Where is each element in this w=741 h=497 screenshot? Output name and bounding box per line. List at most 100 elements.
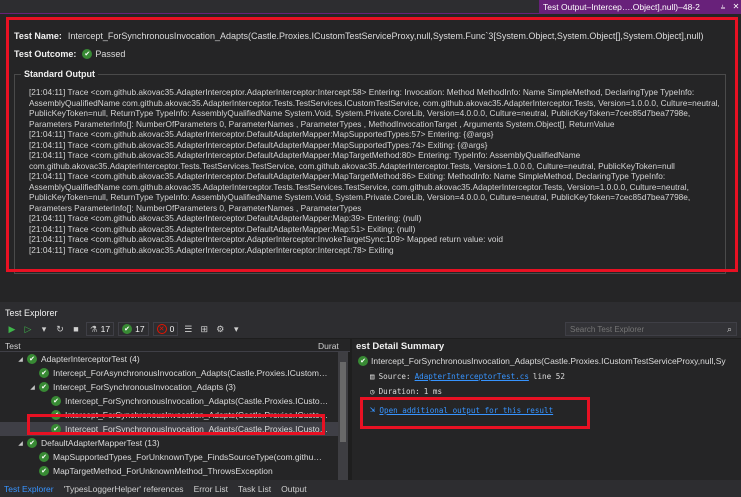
failed-tests-counter[interactable]: ✕ 0 xyxy=(152,322,179,336)
test-tree-row[interactable]: ✔ Intercept_ForSynchronousInvocation_Adap… xyxy=(0,422,338,436)
expand-arrow-icon[interactable]: ◢ xyxy=(28,384,37,391)
source-file-link[interactable]: AdapterInterceptorTest.cs xyxy=(415,372,529,381)
bottom-tab[interactable]: Task List xyxy=(238,484,271,494)
bottom-tab[interactable]: Test Explorer xyxy=(4,484,54,494)
output-line: Parameters ParameterInfo[]: NumberOfPara… xyxy=(29,202,362,213)
search-box[interactable]: ⌕ xyxy=(565,322,737,336)
column-duration[interactable]: Durat xyxy=(318,341,339,351)
passed-check-icon: ✔ xyxy=(39,382,49,392)
output-line: [21:04:11] Trace <com.github.akovac35.Ad… xyxy=(29,139,488,150)
total-tests-counter[interactable]: ⚗ 17 xyxy=(86,322,115,336)
open-output-icon: ⇲ xyxy=(370,405,376,415)
duration-value: 1 ms xyxy=(423,387,443,396)
clock-icon: ◷ xyxy=(370,387,375,396)
passed-check-icon: ✔ xyxy=(122,324,133,334)
test-tree-row-label: DefaultAdapterMapperTest (13) xyxy=(41,438,160,448)
test-name-label: Test Name: xyxy=(14,31,62,41)
bottom-tab[interactable]: Output xyxy=(281,484,307,494)
passed-check-icon: ✔ xyxy=(27,438,37,448)
test-outcome-row: Test Outcome: ✔ Passed xyxy=(14,49,125,59)
test-tree-row-label: AdapterInterceptorTest (4) xyxy=(41,354,140,364)
passed-check-icon: ✔ xyxy=(51,410,61,420)
output-line: PublicKeyToken=null, ReturnType TypeInfo… xyxy=(29,192,691,202)
test-tree-row-label: Intercept_ForSynchronousInvocation_Adapt… xyxy=(65,410,329,420)
passed-tests-counter[interactable]: ✔ 17 xyxy=(118,322,149,336)
repeat-run-icon[interactable]: ↻ xyxy=(54,324,66,335)
output-line: [21:04:11] Trace <com.github.akovac35.Ad… xyxy=(29,171,666,181)
failed-x-icon: ✕ xyxy=(156,324,167,334)
document-tab-strip: Test Output–Intercep….Object],null)–48-2… xyxy=(0,0,741,13)
column-test[interactable]: Test xyxy=(5,341,21,351)
output-line: PublicKeyToken=null, ReturnType TypeInfo… xyxy=(29,108,691,118)
test-tree-row[interactable]: ✔ MapSupportedTypes_ForUnknownType_FindsS… xyxy=(0,450,338,464)
settings-icon[interactable]: ⚙ xyxy=(214,324,226,335)
test-output-tab[interactable]: Test Output–Intercep….Object],null)–48-2… xyxy=(539,0,741,13)
run-icon[interactable]: ▷ xyxy=(22,324,34,335)
expand-arrow-icon[interactable]: ◢ xyxy=(16,440,25,447)
bottom-tab[interactable]: 'TypesLoggerHelper' references xyxy=(64,484,184,494)
test-name-row: Test Name: Intercept_ForSynchronousInvoc… xyxy=(14,31,703,41)
passed-check-icon: ✔ xyxy=(39,452,49,462)
duration-label: Duration: xyxy=(378,387,420,396)
run-all-icon[interactable]: ▶ xyxy=(6,324,18,335)
flask-icon: ⚗ xyxy=(90,323,98,334)
standard-output-text[interactable]: [21:04:11] Trace <com.github.akovac35.Ad… xyxy=(29,87,719,255)
test-tree: ◢ ✔ AdapterInterceptorTest (4) ✔ Intercept_F… xyxy=(0,352,338,480)
source-line: line 52 xyxy=(532,372,565,381)
group-by-icon[interactable]: ⊞ xyxy=(198,324,210,335)
detail-source-row: ▤ Source: AdapterInterceptorTest.cs line… xyxy=(370,372,565,381)
tree-scrollbar-thumb[interactable] xyxy=(340,362,346,442)
standard-output-group: Standard Output [21:04:11] Trace <com.gi… xyxy=(14,69,726,274)
test-tree-row-label: Intercept_ForAsynchronousInvocation_Adap… xyxy=(53,368,328,378)
tree-scrollbar[interactable] xyxy=(338,352,348,480)
cancel-icon[interactable]: ■ xyxy=(70,324,82,334)
passed-check-icon: ✔ xyxy=(39,368,49,378)
search-input[interactable] xyxy=(570,324,727,334)
failed-tests-count: 0 xyxy=(169,324,175,334)
passed-check-icon: ✔ xyxy=(39,466,49,476)
expand-arrow-icon[interactable]: ◢ xyxy=(16,356,25,363)
test-tree-row[interactable]: ◢ ✔ AdapterInterceptorTest (4) xyxy=(0,352,338,366)
output-line: [21:04:11] Trace <com.github.akovac35.Ad… xyxy=(29,244,394,255)
output-line: com.github.akovac35.AdapterInterceptor.T… xyxy=(29,160,675,171)
output-line: [21:04:11] Trace <com.github.akovac35.Ad… xyxy=(29,87,695,97)
test-name-value: Intercept_ForSynchronousInvocation_Adapt… xyxy=(67,31,704,41)
test-tree-row[interactable]: ✔ MapTargetMethod_ForUnknownMethod_Throws… xyxy=(0,464,338,478)
test-output-panel: Test Name: Intercept_ForSynchronousInvoc… xyxy=(0,13,741,302)
passed-check-icon: ✔ xyxy=(51,424,61,434)
pin-icon[interactable]: ⫨ xyxy=(718,2,728,12)
test-tree-row[interactable]: ◢ ✔ Intercept_ForSynchronousInvocation_Ada… xyxy=(0,380,338,394)
source-label: Source: xyxy=(378,372,411,381)
close-icon[interactable]: ✕ xyxy=(731,2,741,11)
test-tree-row[interactable]: ✔ Intercept_ForSynchronousInvocation_Adap… xyxy=(0,408,338,422)
test-list-header: Test Durat xyxy=(0,339,350,352)
test-output-tab-label: Test Output–Intercep….Object],null)–48-2 xyxy=(543,1,700,12)
output-line: Parameters ParameterInfo[]: NumberOfPara… xyxy=(29,118,615,129)
test-tree-row-label: Intercept_ForSynchronousInvocation_Adapt… xyxy=(65,396,329,406)
passed-tests-count: 17 xyxy=(135,324,145,334)
passed-check-icon: ✔ xyxy=(82,49,93,59)
test-tree-row[interactable]: ✔ Intercept_ForSynchronousInvocation_Adap… xyxy=(0,394,338,408)
test-detail-summary: est Detail Summary ✔ Intercept_ForSynchr… xyxy=(352,339,741,480)
detail-duration-row: ◷ Duration: 1 ms xyxy=(370,387,442,396)
bottom-tab[interactable]: Error List xyxy=(194,484,228,494)
passed-check-icon: ✔ xyxy=(27,354,37,364)
test-tree-row[interactable]: ✔ Intercept_ForAsynchronousInvocation_Ada… xyxy=(0,366,338,380)
detail-test-name-row: ✔ Intercept_ForSynchronousInvocation_Ada… xyxy=(358,356,741,366)
playlist-icon[interactable]: ☰ xyxy=(182,324,194,335)
test-outcome-value: Passed xyxy=(95,49,126,59)
run-dropdown-icon[interactable]: ▾ xyxy=(38,324,50,335)
test-tree-row-label: Intercept_ForSynchronousInvocation_Adapt… xyxy=(53,382,236,392)
standard-output-label: Standard Output xyxy=(21,69,98,79)
test-tree-row-label: Intercept_ForSynchronousInvocation_Adapt… xyxy=(65,424,329,434)
output-line: [21:04:11] Trace <com.github.akovac35.Ad… xyxy=(29,129,494,139)
search-icon[interactable]: ⌕ xyxy=(727,324,732,335)
settings-dropdown-icon[interactable]: ▾ xyxy=(230,324,242,335)
total-tests-count: 17 xyxy=(100,324,111,334)
test-tree-row[interactable]: ◢ ✔ DefaultAdapterMapperTest (13) xyxy=(0,436,338,450)
open-output-row: ⇲ Open additional output for this result xyxy=(370,405,553,415)
open-additional-output-link[interactable]: Open additional output for this result xyxy=(379,406,553,415)
output-line: AssemblyQualifiedName com.github.akovac3… xyxy=(29,97,719,108)
bottom-tool-tabs: Test Explorer 'TypesLoggerHelper' referen… xyxy=(0,480,741,497)
passed-check-icon: ✔ xyxy=(358,356,368,366)
